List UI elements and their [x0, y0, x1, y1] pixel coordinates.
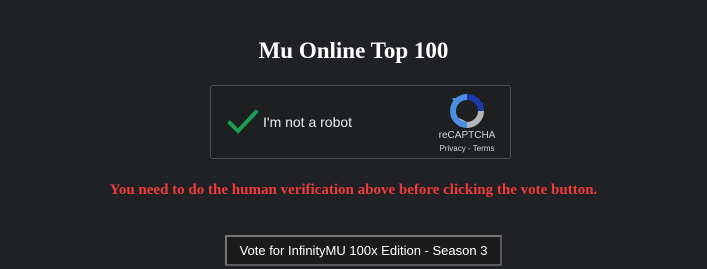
- captcha-checkbox[interactable]: [227, 108, 259, 136]
- recaptcha-widget: I'm not a robot reCAPTCHA Privacy - Term…: [210, 85, 511, 159]
- recaptcha-brand-label: reCAPTCHA: [438, 130, 496, 141]
- recaptcha-links: Privacy - Terms: [432, 144, 502, 154]
- privacy-link[interactable]: Privacy: [440, 144, 466, 153]
- checkmark-icon: [227, 109, 259, 134]
- recaptcha-branding: reCAPTCHA Privacy - Terms: [432, 94, 502, 154]
- vote-button[interactable]: Vote for InfinityMU 100x Edition - Seaso…: [225, 235, 502, 266]
- captcha-label: I'm not a robot: [263, 114, 353, 130]
- terms-link[interactable]: Terms: [473, 144, 495, 153]
- verification-warning: You need to do the human verification ab…: [109, 182, 598, 198]
- links-separator: -: [465, 144, 473, 153]
- page-title: Mu Online Top 100: [258, 38, 449, 63]
- recaptcha-logo-icon: [450, 94, 484, 128]
